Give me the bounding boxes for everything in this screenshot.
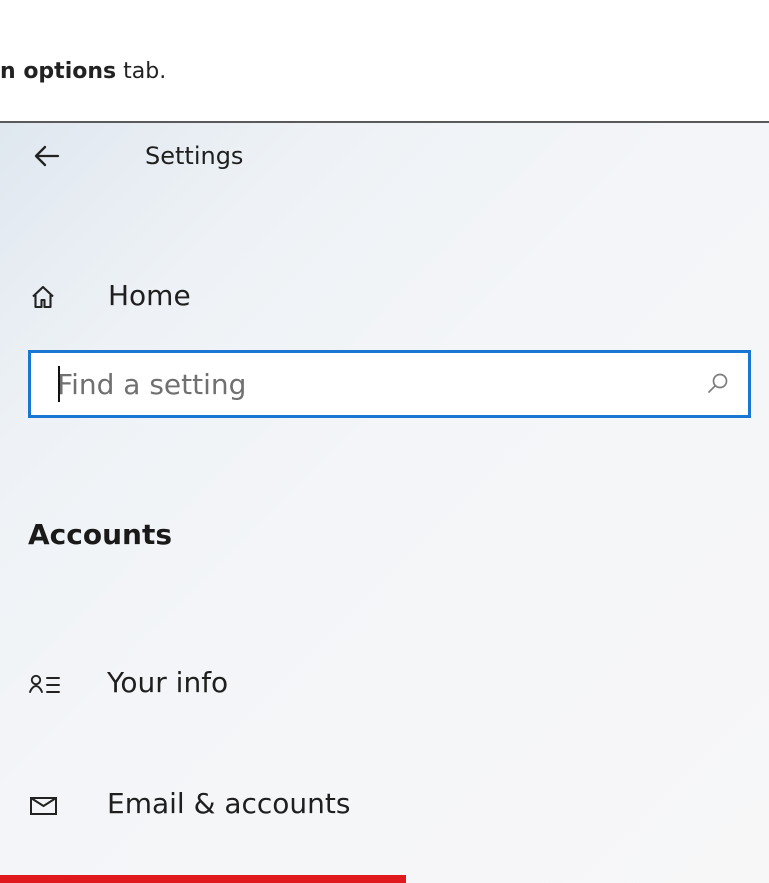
search-icon[interactable]	[706, 372, 730, 396]
back-arrow-icon[interactable]	[30, 139, 64, 173]
title-bar: Settings	[0, 123, 769, 193]
home-label: Home	[108, 279, 191, 312]
instruction-caption: n options tab.	[0, 58, 166, 86]
search-box[interactable]	[28, 350, 751, 418]
highlight-bar	[0, 875, 406, 883]
sidebar-item-email-accounts[interactable]: Email & accounts	[0, 778, 769, 838]
sidebar-item-your-info[interactable]: Your info	[0, 657, 769, 717]
text-caret	[58, 366, 60, 402]
home-icon	[32, 285, 54, 309]
sidebar-item-label: Your info	[107, 666, 229, 699]
mail-icon	[30, 797, 57, 815]
search-input[interactable]	[57, 365, 677, 403]
caption-text: tab.	[116, 59, 167, 84]
accounts-section-title: Accounts	[28, 518, 173, 551]
your-info-icon	[29, 674, 60, 693]
settings-panel: Settings Home Accounts Your info Email &…	[0, 121, 769, 883]
caption-bold-text: n options	[0, 59, 117, 84]
window-title: Settings	[145, 142, 244, 170]
home-nav-item[interactable]: Home	[0, 269, 769, 329]
sidebar-item-label: Email & accounts	[107, 787, 351, 820]
